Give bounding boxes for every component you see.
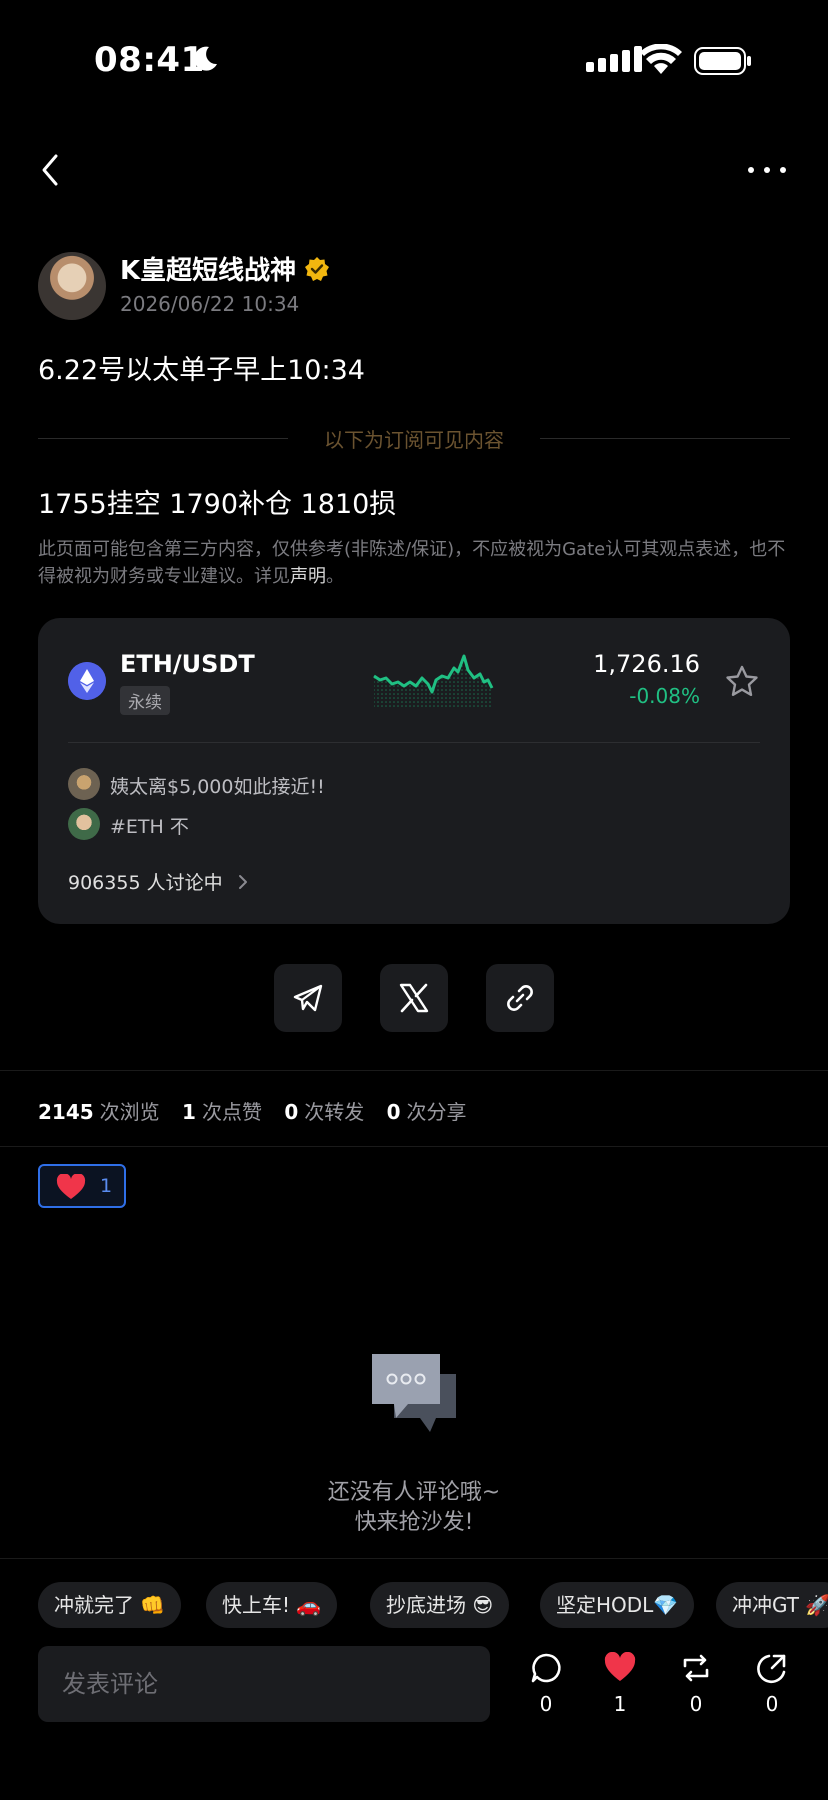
- comment-input-box[interactable]: [38, 1646, 490, 1722]
- likes-count: 1: [182, 1100, 196, 1124]
- comments-action-button[interactable]: 0: [516, 1650, 576, 1730]
- post-date: 2026/06/22 10:34: [120, 292, 300, 316]
- contract-type-badge: 永续: [120, 686, 170, 715]
- x-logo-icon: [399, 983, 429, 1013]
- share-x-button[interactable]: [380, 964, 448, 1032]
- link-icon: [507, 985, 533, 1011]
- moon-icon: [194, 46, 217, 71]
- copy-link-button[interactable]: [486, 964, 554, 1032]
- like-action-button[interactable]: 1: [590, 1650, 650, 1730]
- disclaimer: 此页面可能包含第三方内容，仅供参考(非陈述/保证)，不应被视为Gate认可其观点…: [38, 536, 798, 590]
- shares-label: 次分享: [406, 1100, 467, 1124]
- status-time: 08:41: [94, 40, 205, 80]
- section-divider: [0, 1070, 828, 1071]
- share-telegram-button[interactable]: [274, 964, 342, 1032]
- price-change: -0.08%: [629, 684, 700, 708]
- shares-count: 0: [386, 1100, 401, 1124]
- discussion-count-link[interactable]: 906355 人讨论中: [68, 868, 223, 895]
- quick-reply-chip[interactable]: 快上车! 🚗: [206, 1582, 338, 1628]
- empty-comments-line1: 还没有人评论哦~: [327, 1480, 501, 1505]
- reposts-action-count: 0: [689, 1692, 703, 1716]
- comments-count: 0: [539, 1692, 553, 1716]
- section-divider: [0, 1558, 828, 1559]
- commenter-avatar: [68, 808, 100, 840]
- preview-comment-text: 姨太离$5,000如此接近!!: [110, 776, 325, 798]
- back-button[interactable]: [36, 150, 66, 190]
- post-content: 1755挂空 1790补仓 1810损: [38, 489, 397, 520]
- verified-badge-icon: [305, 257, 329, 281]
- repost-icon: [683, 1654, 709, 1682]
- status-bar: 08:41: [0, 0, 828, 120]
- price-sparkline: [373, 654, 494, 708]
- comment-input[interactable]: [38, 1646, 490, 1722]
- trading-pair: ETH/USDT: [120, 650, 255, 678]
- market-card[interactable]: ETH/USDT 永续 1,726.16 -0.08% 姨太离$5,000如此接…: [38, 618, 790, 924]
- favorite-star-icon[interactable]: [724, 664, 760, 700]
- disclaimer-link[interactable]: 声明: [290, 566, 326, 587]
- telegram-icon: [293, 984, 323, 1012]
- card-divider: [68, 742, 760, 743]
- quick-reply-bar: 冲就完了 👊 快上车! 🚗 抄底进场 😎 坚定HODL💎 冲冲GT 🚀: [0, 1582, 828, 1628]
- preview-comment-text: #ETH 不: [110, 816, 189, 838]
- likes-label: 次点赞: [201, 1100, 262, 1124]
- heart-icon: [604, 1652, 636, 1681]
- quick-reply-chip[interactable]: 冲冲GT 🚀: [716, 1582, 828, 1628]
- commenter-avatar: [68, 768, 100, 800]
- subscription-divider: 以下为订阅可见内容: [38, 424, 790, 454]
- heart-icon: [56, 1174, 86, 1199]
- post-title: 6.22号以太单子早上10:34: [38, 355, 365, 386]
- market-price: 1,726.16: [593, 650, 700, 678]
- shares-action-count: 0: [765, 1692, 779, 1716]
- author-name[interactable]: K皇超短线战神: [120, 250, 296, 287]
- section-divider: [0, 1146, 828, 1147]
- quick-reply-chip[interactable]: 抄底进场 😎: [370, 1582, 510, 1628]
- disclaimer-text: 此页面可能包含第三方内容，仅供参考(非陈述/保证)，不应被视为Gate认可其观点…: [38, 539, 786, 587]
- share-icon: [757, 1654, 786, 1684]
- chevron-right-icon: [239, 875, 247, 889]
- quick-reply-chip[interactable]: 冲就完了 👊: [38, 1582, 182, 1628]
- repost-action-button[interactable]: 0: [666, 1650, 726, 1730]
- quick-reply-chip[interactable]: 坚定HODL💎: [540, 1582, 695, 1628]
- reposts-label: 次转发: [304, 1100, 365, 1124]
- reaction-count: 1: [100, 1175, 113, 1197]
- disclaimer-end: 。: [326, 566, 344, 587]
- likes-action-count: 1: [613, 1692, 627, 1716]
- comment-icon: [531, 1653, 561, 1683]
- views-count: 2145: [38, 1100, 94, 1124]
- reposts-count: 0: [284, 1100, 299, 1124]
- comment-bubble-icon: [372, 1354, 456, 1432]
- empty-comments-line2: 快来抢沙发!: [354, 1510, 474, 1535]
- post-stats: 2145 次浏览 1 次点赞 0 次转发 0 次分享: [38, 1096, 473, 1125]
- ethereum-icon: [68, 662, 106, 700]
- author-avatar[interactable]: [38, 252, 106, 320]
- cellular-signal-icon: [586, 46, 642, 72]
- wifi-icon: [640, 44, 682, 74]
- share-action-button[interactable]: 0: [742, 1650, 802, 1730]
- views-label: 次浏览: [99, 1100, 160, 1124]
- more-options-button[interactable]: [746, 158, 788, 182]
- heart-reaction-chip[interactable]: 1: [38, 1164, 126, 1208]
- battery-icon: [694, 47, 751, 75]
